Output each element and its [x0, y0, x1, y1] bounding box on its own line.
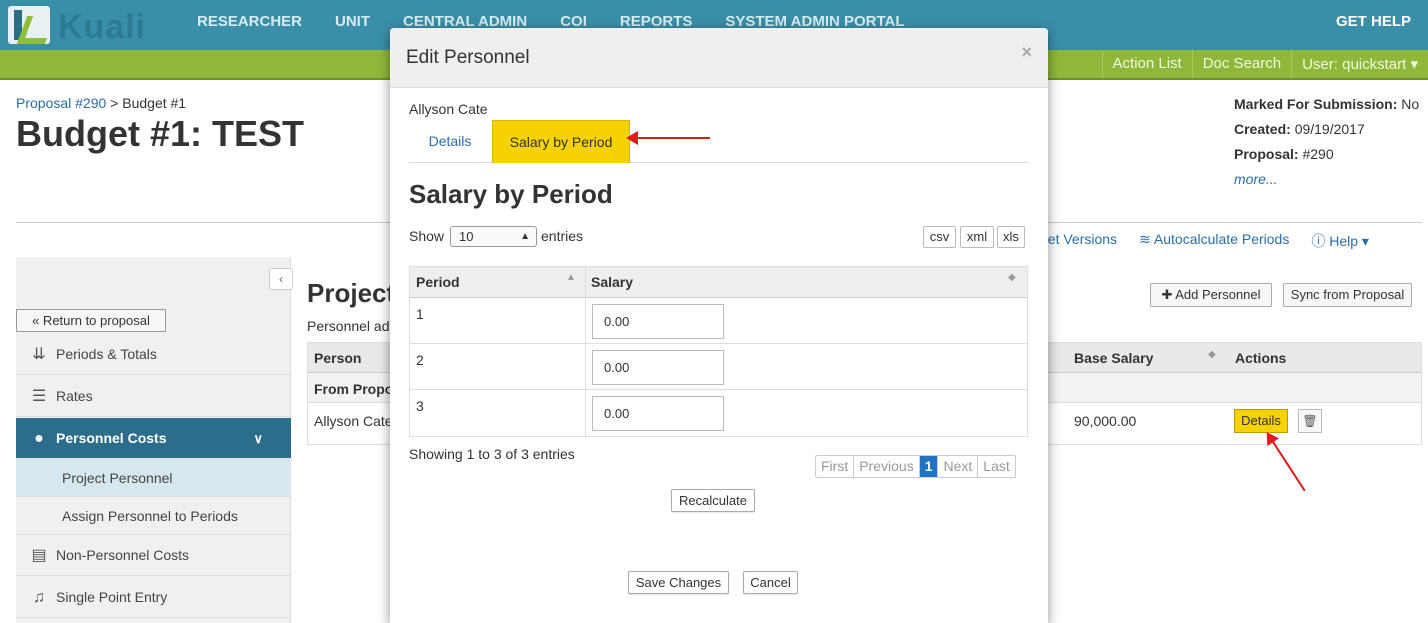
pager-first[interactable]: First — [816, 456, 855, 477]
modal-title: Edit Personnel — [406, 47, 530, 68]
export-xls-button[interactable]: xls — [997, 226, 1025, 248]
modal-tabs: Details Salary by Period — [409, 120, 1028, 163]
table-row: 1 0.00 — [410, 298, 1027, 344]
table-row: 2 0.00 — [410, 344, 1027, 390]
save-changes-button[interactable]: Save Changes — [628, 571, 729, 594]
period-cell: 2 — [416, 352, 424, 368]
salary-table: Period ▲ Salary ◆ 1 0.00 2 0.00 3 0.00 — [409, 266, 1028, 437]
pagination: First Previous 1 Next Last — [815, 455, 1016, 478]
entries-label: entries — [541, 228, 584, 244]
salary-input[interactable]: 0.00 — [592, 304, 724, 339]
tab-details[interactable]: Details — [409, 120, 491, 163]
salary-input[interactable]: 0.00 — [592, 350, 724, 385]
export-csv-button[interactable]: csv — [923, 226, 956, 248]
section-title: Salary by Period — [409, 179, 613, 209]
col-salary[interactable]: Salary — [591, 274, 633, 290]
cancel-button[interactable]: Cancel — [743, 571, 798, 594]
edit-personnel-modal: Edit Personnel × Allyson Cate Details Sa… — [390, 28, 1048, 623]
pager-next[interactable]: Next — [938, 456, 979, 477]
modal-header: Edit Personnel × — [390, 28, 1048, 88]
tab-salary-by-period[interactable]: Salary by Period — [492, 120, 630, 163]
salary-input[interactable]: 0.00 — [592, 396, 724, 431]
pager-last[interactable]: Last — [978, 456, 1014, 477]
export-xml-button[interactable]: xml — [960, 226, 994, 248]
col-period[interactable]: Period — [416, 274, 460, 290]
showing-info: Showing 1 to 3 of 3 entries — [409, 446, 575, 462]
period-cell: 1 — [416, 306, 424, 322]
close-icon[interactable]: × — [1021, 42, 1032, 63]
recalculate-button[interactable]: Recalculate — [671, 489, 755, 512]
show-label: Show — [409, 228, 445, 244]
person-name: Allyson Cate — [409, 101, 488, 117]
stepper-icon: ▲ — [520, 231, 530, 242]
pager-previous[interactable]: Previous — [854, 456, 920, 477]
annotation-arrow — [626, 131, 710, 145]
period-cell: 3 — [416, 398, 424, 414]
sort-asc-icon: ▲ — [566, 272, 576, 283]
page-size-select[interactable]: 10 ▲ — [450, 226, 537, 247]
table-row: 3 0.00 — [410, 390, 1027, 436]
sort-icon: ◆ — [1008, 272, 1016, 283]
page-size-value: 10 — [459, 229, 474, 244]
pager-page-1[interactable]: 1 — [919, 456, 939, 477]
